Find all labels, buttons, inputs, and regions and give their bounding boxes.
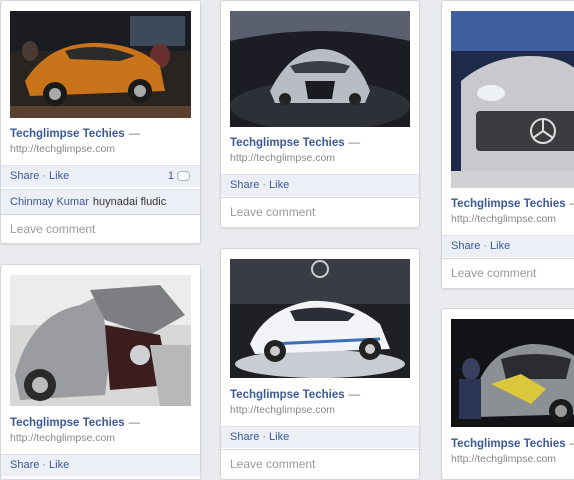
like-link[interactable]: Like: [269, 179, 289, 191]
post-url[interactable]: http://techglimpse.com: [451, 213, 556, 225]
share-link[interactable]: Share: [10, 170, 39, 182]
comment-author[interactable]: Chinmay Kumar: [10, 196, 89, 208]
dash: —: [128, 417, 141, 429]
post-card: Techglimpse Techies— http://techglimpse.…: [220, 248, 420, 480]
post-author-name[interactable]: Techglimpse Techies: [230, 137, 345, 149]
post-photo[interactable]: [10, 275, 191, 406]
like-link[interactable]: Like: [269, 431, 289, 443]
post-photo[interactable]: [230, 259, 410, 378]
post-author-name[interactable]: Techglimpse Techies: [230, 389, 345, 401]
dash: —: [570, 198, 574, 210]
post-card: Techglimpse Techies — http://techglimpse.…: [441, 308, 574, 480]
post-photo[interactable]: [10, 11, 191, 118]
post-card: Techglimpse Techies— http://techglimpse.…: [0, 264, 201, 480]
post-card: Techglimpse Techies— http://techglimpse.…: [0, 0, 201, 244]
post-url[interactable]: http://techglimpse.com: [230, 404, 335, 416]
post-author[interactable]: Techglimpse Techies—: [10, 128, 140, 140]
post-url[interactable]: http://techglimpse.com: [451, 453, 556, 465]
separator: ·: [483, 240, 488, 252]
like-link[interactable]: Like: [49, 170, 69, 182]
post-photo[interactable]: [451, 11, 574, 188]
post-author-name[interactable]: Techglimpse Techies: [451, 438, 566, 450]
share-link[interactable]: Share: [10, 459, 39, 471]
post-photo[interactable]: [230, 11, 410, 127]
post-author[interactable]: Techglimpse Techies—: [230, 137, 360, 149]
like-link[interactable]: Like: [490, 240, 510, 252]
comment-count-value: 1: [167, 170, 174, 182]
post-author-name[interactable]: Techglimpse Techies: [451, 198, 566, 210]
dash: —: [348, 137, 361, 149]
leave-comment-input[interactable]: Leave comment: [1, 214, 200, 243]
dash: —: [348, 389, 361, 401]
post-actions: Share · Like 1: [1, 165, 200, 187]
post-author[interactable]: Techglimpse Techies —: [451, 438, 574, 450]
post-author[interactable]: Techglimpse Techies—: [230, 389, 360, 401]
post-author-name[interactable]: Techglimpse Techies: [10, 128, 125, 140]
leave-comment-input[interactable]: Leave comment: [221, 449, 419, 478]
separator: ·: [262, 179, 267, 191]
post-author-name[interactable]: Techglimpse Techies: [10, 417, 125, 429]
comment-text: huynadai fludic: [92, 196, 167, 208]
post-photo[interactable]: [451, 319, 574, 427]
leave-comment-input[interactable]: Leave comment: [221, 197, 419, 226]
separator: ·: [42, 459, 47, 471]
comment-bubble-icon: [177, 171, 190, 182]
like-link[interactable]: Like: [49, 459, 69, 471]
post-url[interactable]: http://techglimpse.com: [10, 432, 115, 444]
separator: ·: [262, 431, 267, 443]
post-url[interactable]: http://techglimpse.com: [230, 152, 335, 164]
post-card: Techglimpse Techies— http://techglimpse.…: [220, 0, 420, 228]
post-actions: Share · Like: [221, 426, 419, 448]
dash: —: [570, 438, 574, 450]
separator: ·: [42, 170, 47, 182]
share-link[interactable]: Share: [230, 179, 259, 191]
post-author[interactable]: Techglimpse Techies—: [10, 417, 140, 429]
share-link[interactable]: Share: [230, 431, 259, 443]
post-actions: Share · Like: [221, 174, 419, 196]
share-link[interactable]: Share: [451, 240, 480, 252]
post-card: Techglimpse Techies — http://techglimpse.…: [441, 0, 574, 289]
post-author[interactable]: Techglimpse Techies —: [451, 198, 574, 210]
comment: Chinmay Kumar huynadai fludic: [1, 189, 200, 214]
leave-comment-input[interactable]: Leave comment: [442, 258, 574, 287]
dash: —: [128, 128, 141, 140]
post-url[interactable]: http://techglimpse.com: [10, 143, 115, 155]
post-actions: Share · Like: [1, 454, 200, 476]
comment-count[interactable]: 1: [168, 166, 190, 187]
post-actions: Share · Like: [442, 235, 574, 257]
